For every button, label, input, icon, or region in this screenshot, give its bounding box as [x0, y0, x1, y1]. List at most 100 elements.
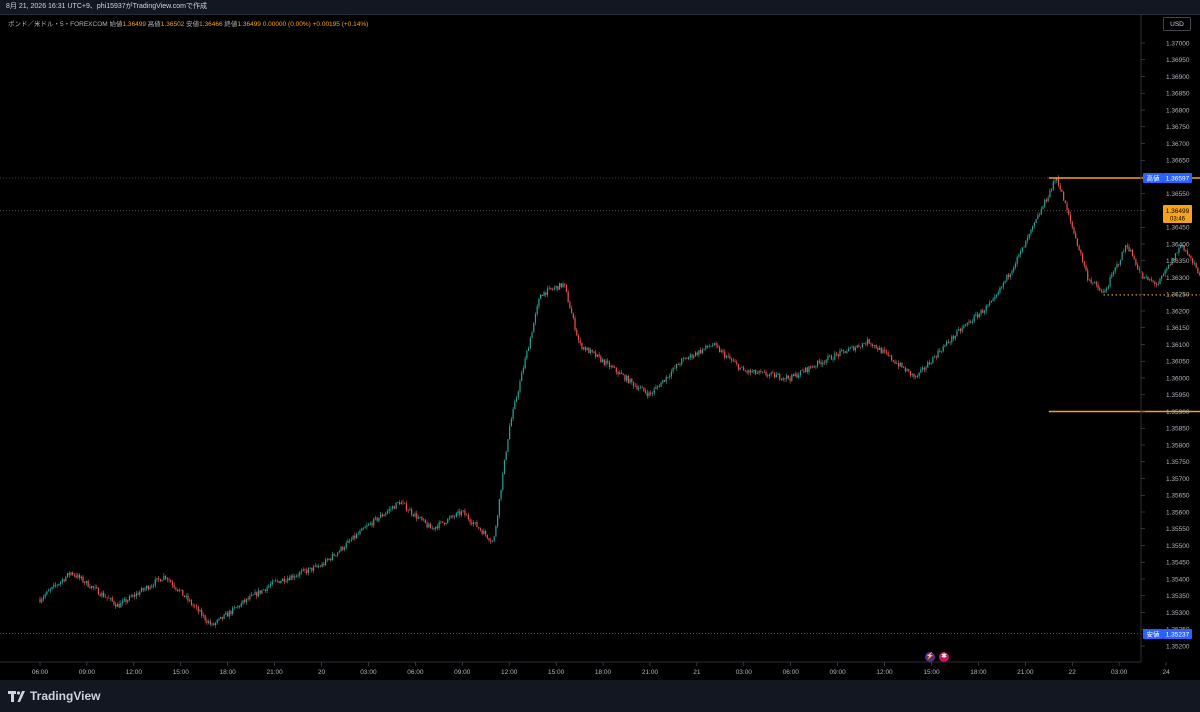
y-tick-label: 1.36450	[1166, 225, 1190, 232]
candle	[1049, 188, 1051, 198]
candle	[378, 517, 380, 523]
candle-body	[159, 579, 162, 582]
candle	[204, 614, 206, 623]
change-value: 0.00000 (0.00%)	[262, 21, 311, 28]
candle-body	[355, 534, 358, 539]
candle-body	[925, 367, 927, 370]
candle-body	[321, 563, 323, 567]
candle	[223, 613, 225, 620]
candle	[455, 511, 457, 518]
candle	[861, 342, 863, 349]
candle	[134, 592, 136, 600]
candle	[249, 593, 251, 602]
candle	[837, 353, 839, 360]
candle-body	[884, 349, 886, 352]
candle	[1054, 178, 1056, 185]
candle	[622, 372, 624, 376]
candle	[846, 349, 848, 354]
candle-body	[398, 502, 401, 505]
candle	[328, 558, 330, 561]
candle	[304, 568, 306, 573]
candle	[207, 619, 210, 625]
candle-body	[1040, 208, 1042, 215]
candle-body	[934, 356, 936, 358]
candle-body	[1063, 191, 1065, 201]
candle-body	[837, 354, 839, 357]
candle	[398, 500, 401, 506]
candle-body	[863, 343, 865, 344]
candle-body	[469, 519, 471, 523]
candle-body	[1107, 286, 1109, 289]
candle-body	[244, 600, 246, 603]
candle	[146, 584, 148, 591]
candle-body	[1083, 261, 1085, 266]
candle	[890, 354, 893, 362]
candle-body	[748, 370, 750, 373]
candle-body	[214, 622, 217, 626]
candle-body	[842, 350, 845, 352]
candle	[1123, 248, 1125, 253]
candle	[600, 354, 602, 364]
currency-selector[interactable]: USD	[1163, 17, 1191, 31]
candle	[844, 351, 846, 354]
candle-body	[374, 517, 377, 519]
candle-body	[350, 539, 352, 541]
candle-body	[149, 587, 151, 590]
candle	[940, 350, 943, 354]
candle	[1002, 281, 1005, 290]
candle	[927, 360, 929, 368]
candle	[209, 618, 211, 627]
candle	[911, 373, 913, 378]
candle	[663, 379, 666, 383]
candle	[779, 372, 781, 381]
candlestick-chart[interactable]: 1.37000 1.36950 1.36900 1.36850 1.36800 1.367…	[0, 0, 1200, 712]
candle-body	[223, 614, 225, 619]
candle-body	[476, 521, 478, 527]
event-flag-icon[interactable]: ✱	[939, 652, 949, 662]
candle	[1009, 273, 1011, 280]
candle-body	[970, 321, 972, 323]
candle-body	[949, 342, 951, 343]
candle	[436, 523, 439, 531]
candle-body	[435, 526, 437, 529]
candle-body	[987, 305, 989, 306]
candle	[643, 387, 645, 393]
candle-body	[930, 363, 932, 365]
candle-body	[903, 367, 905, 368]
candle-body	[498, 499, 500, 516]
candle	[1095, 280, 1097, 288]
tradingview-logo[interactable]: TradingView	[8, 689, 100, 703]
candle-body	[314, 565, 316, 567]
candle-body	[522, 368, 525, 373]
candle-body	[414, 513, 416, 517]
lightning-icon[interactable]: ⚡	[925, 652, 935, 662]
candle	[761, 371, 764, 374]
candle-body	[951, 336, 953, 343]
candle-body	[1123, 251, 1125, 253]
candle	[744, 369, 746, 373]
candle	[263, 588, 265, 591]
candle-body	[280, 580, 282, 584]
candle-body	[443, 522, 445, 525]
candle	[916, 374, 919, 379]
candle	[839, 348, 841, 357]
candle	[1193, 260, 1195, 266]
candle	[491, 540, 494, 543]
candle	[1081, 252, 1084, 264]
candle-body	[240, 603, 242, 607]
candle	[510, 416, 512, 427]
candle-body	[546, 288, 549, 295]
symbol-name[interactable]: ポンド／米ドル・5・FOREXCOM	[8, 21, 108, 28]
candle	[178, 588, 180, 593]
candle-body	[101, 592, 103, 596]
candle-body	[359, 530, 361, 534]
candle	[39, 596, 41, 603]
candle-body	[137, 593, 139, 595]
candle	[565, 283, 568, 293]
candle-body	[201, 610, 203, 616]
candle	[161, 579, 163, 582]
candle	[321, 561, 323, 568]
candle	[583, 346, 585, 351]
candle	[1028, 233, 1030, 240]
candle-body	[108, 597, 110, 599]
